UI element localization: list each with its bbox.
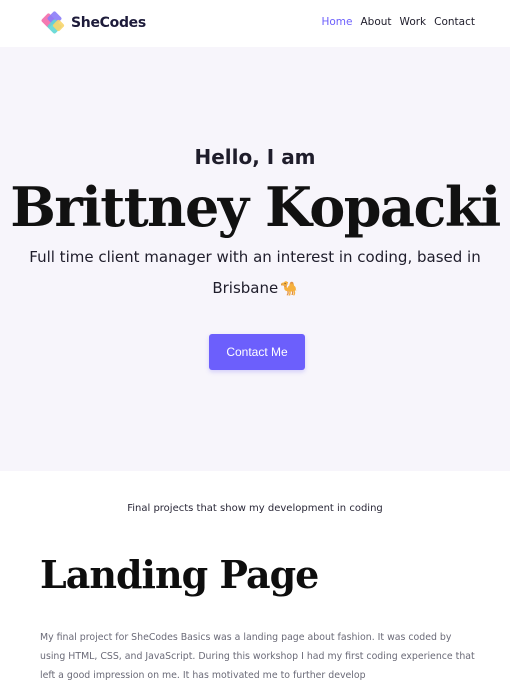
hero-tagline: Full time client manager with an interes… (25, 242, 485, 305)
projects-intro: Final projects that show my development … (127, 503, 383, 514)
nav-link-contact[interactable]: Contact (434, 16, 475, 28)
hero-section: Hello, I am Brittney Kopacki Full time c… (0, 47, 510, 471)
brand-name: SheCodes (71, 15, 146, 31)
camel-icon: 🐪 (280, 281, 298, 297)
nav-links: Home About Work Contact (321, 16, 475, 28)
hero-greeting: Hello, I am (194, 145, 316, 169)
project-title: Landing Page (40, 552, 319, 597)
nav-link-work[interactable]: Work (400, 16, 427, 28)
brand-logo-link[interactable]: SheCodes (40, 9, 146, 37)
project-description: My final project for SheCodes Basics was… (40, 632, 475, 681)
contact-me-button[interactable]: Contact Me (209, 334, 305, 370)
navbar: SheCodes Home About Work Contact (0, 0, 510, 47)
hero-name: Brittney Kopacki (10, 175, 501, 239)
nav-link-about[interactable]: About (361, 16, 392, 28)
nav-link-home[interactable]: Home (321, 16, 352, 28)
shecodes-logo-icon (41, 11, 65, 34)
hero-tagline-text: Full time client manager with an interes… (29, 248, 481, 297)
